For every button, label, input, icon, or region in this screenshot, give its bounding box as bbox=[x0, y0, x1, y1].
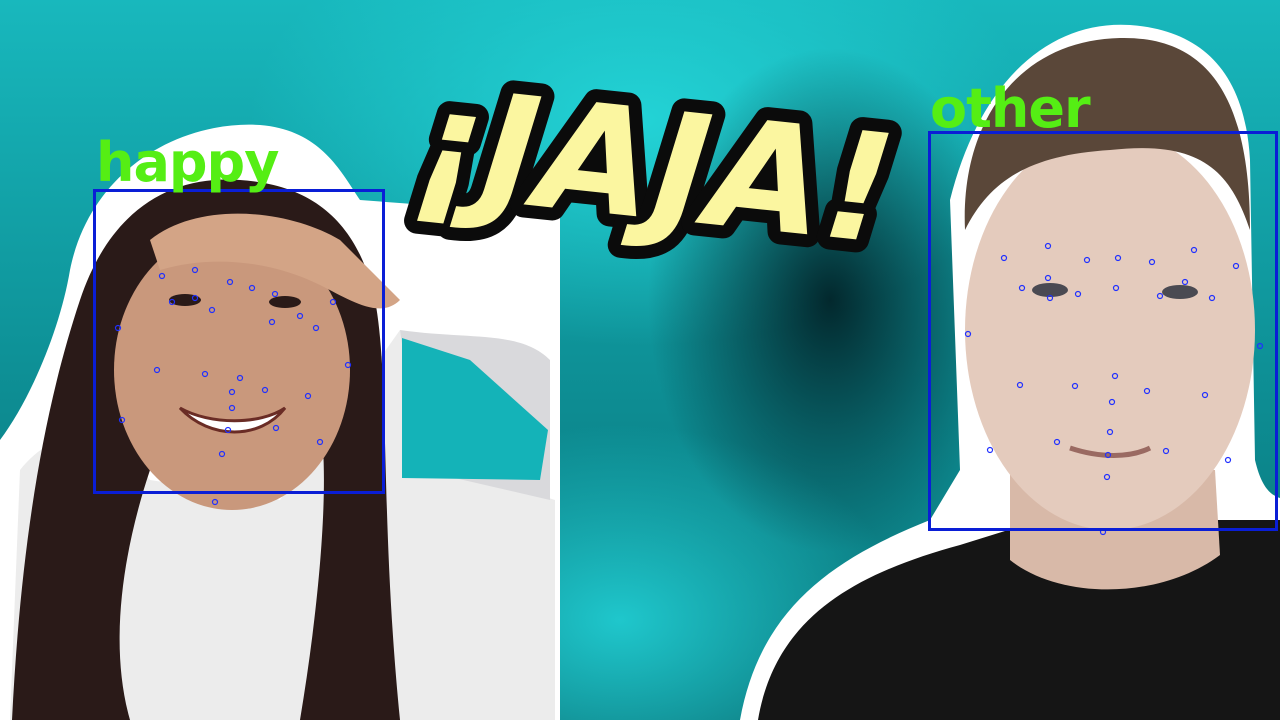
face-bounding-box-right bbox=[928, 131, 1278, 531]
emotion-label-right: other bbox=[930, 77, 1091, 140]
face-bounding-box-left bbox=[93, 189, 385, 494]
emotion-label-left: happy bbox=[96, 131, 279, 194]
caption-text: ¡JAJA! bbox=[406, 55, 902, 278]
caption-sticker: ¡JAJA! bbox=[395, 42, 915, 280]
